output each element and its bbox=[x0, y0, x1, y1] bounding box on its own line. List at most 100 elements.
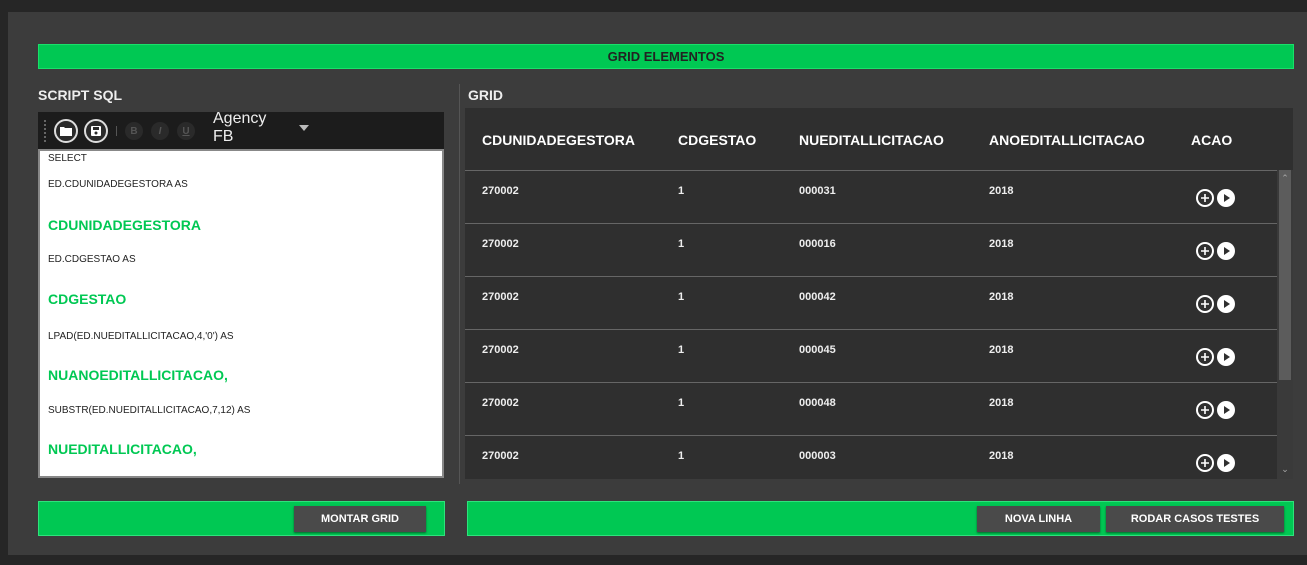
cell-cdgestao: 1 bbox=[678, 238, 685, 250]
run-row-button[interactable] bbox=[1217, 454, 1235, 472]
cell-anoeditallicitacao: 2018 bbox=[989, 397, 1014, 409]
table-row[interactable]: 270002 1 000045 2018 bbox=[465, 329, 1277, 383]
run-row-button[interactable] bbox=[1217, 242, 1235, 260]
cell-cdgestao: 1 bbox=[678, 291, 685, 303]
sql-panel-label: SCRIPT SQL bbox=[38, 87, 123, 103]
data-grid: CDUNIDADEGESTORA CDGESTAO NUEDITALLICITA… bbox=[465, 108, 1293, 479]
toolbar-grip[interactable] bbox=[44, 120, 48, 142]
cell-nueditallicitacao: 000031 bbox=[799, 185, 836, 197]
play-icon bbox=[1224, 194, 1230, 202]
cell-cdunidadegestora: 270002 bbox=[482, 397, 519, 409]
cell-nueditallicitacao: 000003 bbox=[799, 450, 836, 462]
play-icon bbox=[1224, 353, 1230, 361]
run-row-button[interactable] bbox=[1217, 189, 1235, 207]
cell-cdunidadegestora: 270002 bbox=[482, 450, 519, 462]
cell-nueditallicitacao: 000042 bbox=[799, 291, 836, 303]
sql-line: SUBSTR(ED.NUEDITALLICITACAO,7,12) AS bbox=[48, 405, 251, 416]
row-actions bbox=[1196, 189, 1235, 207]
plus-icon bbox=[1201, 459, 1209, 467]
add-row-button[interactable] bbox=[1196, 348, 1214, 366]
column-header[interactable]: CDGESTAO bbox=[678, 132, 756, 148]
cell-cdgestao: 1 bbox=[678, 450, 685, 462]
page-title: GRID ELEMENTOS bbox=[607, 49, 725, 64]
column-header[interactable]: ANOEDITALLICITACAO bbox=[989, 132, 1145, 148]
cell-cdunidadegestora: 270002 bbox=[482, 185, 519, 197]
sql-line: SELECT bbox=[48, 153, 87, 164]
row-actions bbox=[1196, 401, 1235, 419]
panel-divider bbox=[459, 84, 460, 484]
sql-line: CDUNIDADEGESTORA bbox=[48, 217, 201, 233]
app-window: GRID ELEMENTOS SCRIPT SQL B I U Agency F… bbox=[8, 12, 1307, 555]
plus-icon bbox=[1201, 406, 1209, 414]
open-folder-button[interactable] bbox=[54, 119, 78, 143]
sql-line: NUANOEDITALLICITACAO, bbox=[48, 367, 228, 383]
play-icon bbox=[1224, 247, 1230, 255]
chevron-down-icon bbox=[299, 125, 309, 131]
cell-cdunidadegestora: 270002 bbox=[482, 344, 519, 356]
table-row[interactable]: 270002 1 000003 2018 bbox=[465, 435, 1277, 479]
run-row-button[interactable] bbox=[1217, 295, 1235, 313]
sql-line: ED.CDUNIDADEGESTORA AS bbox=[48, 179, 188, 190]
cell-cdgestao: 1 bbox=[678, 344, 685, 356]
sql-action-bar: MONTAR GRID bbox=[38, 501, 445, 536]
table-row[interactable]: 270002 1 000016 2018 bbox=[465, 223, 1277, 277]
sql-line: CDGESTAO bbox=[48, 291, 127, 307]
grid-action-bar: NOVA LINHA RODAR CASOS TESTES bbox=[467, 501, 1294, 536]
scroll-up-icon[interactable]: ⌃ bbox=[1279, 172, 1291, 184]
font-select-value: Agency FB bbox=[213, 110, 267, 145]
run-row-button[interactable] bbox=[1217, 401, 1235, 419]
sql-line: LPAD(ED.NUEDITALLICITACAO,4,'0') AS bbox=[48, 331, 234, 342]
add-row-button[interactable] bbox=[1196, 401, 1214, 419]
cell-anoeditallicitacao: 2018 bbox=[989, 450, 1014, 462]
add-row-button[interactable] bbox=[1196, 242, 1214, 260]
cell-nueditallicitacao: 000045 bbox=[799, 344, 836, 356]
save-icon bbox=[91, 126, 101, 136]
row-actions bbox=[1196, 295, 1235, 313]
sql-editor[interactable]: SELECT ED.CDUNIDADEGESTORA AS CDUNIDADEG… bbox=[38, 149, 444, 478]
italic-button[interactable]: I bbox=[151, 122, 169, 140]
save-button[interactable] bbox=[84, 119, 108, 143]
add-row-button[interactable] bbox=[1196, 189, 1214, 207]
font-select[interactable]: Agency FB bbox=[209, 110, 313, 152]
add-row-button[interactable] bbox=[1196, 295, 1214, 313]
rodar-casos-testes-button[interactable]: RODAR CASOS TESTES bbox=[1106, 506, 1284, 532]
plus-icon bbox=[1201, 300, 1209, 308]
table-row[interactable]: 270002 1 000031 2018 bbox=[465, 170, 1277, 224]
add-row-button[interactable] bbox=[1196, 454, 1214, 472]
cell-cdunidadegestora: 270002 bbox=[482, 238, 519, 250]
row-actions bbox=[1196, 242, 1235, 260]
page-title-bar: GRID ELEMENTOS bbox=[38, 44, 1294, 69]
grid-scrollbar-thumb[interactable] bbox=[1279, 170, 1291, 380]
table-row[interactable]: 270002 1 000042 2018 bbox=[465, 276, 1277, 330]
column-header[interactable]: NUEDITALLICITACAO bbox=[799, 132, 944, 148]
play-icon bbox=[1224, 459, 1230, 467]
scroll-down-icon[interactable]: ⌄ bbox=[1279, 463, 1291, 475]
cell-anoeditallicitacao: 2018 bbox=[989, 291, 1014, 303]
nova-linha-button[interactable]: NOVA LINHA bbox=[977, 506, 1100, 532]
cell-nueditallicitacao: 000016 bbox=[799, 238, 836, 250]
column-header[interactable]: CDUNIDADEGESTORA bbox=[482, 132, 635, 148]
sql-line: ED.CDGESTAO AS bbox=[48, 254, 136, 265]
table-row[interactable]: 270002 1 000048 2018 bbox=[465, 382, 1277, 436]
plus-icon bbox=[1201, 194, 1209, 202]
run-row-button[interactable] bbox=[1217, 348, 1235, 366]
cell-anoeditallicitacao: 2018 bbox=[989, 238, 1014, 250]
cell-cdgestao: 1 bbox=[678, 185, 685, 197]
folder-icon bbox=[60, 127, 72, 136]
sql-line: NUEDITALLICITACAO, bbox=[48, 441, 197, 457]
row-actions bbox=[1196, 454, 1235, 472]
cell-anoeditallicitacao: 2018 bbox=[989, 344, 1014, 356]
toolbar-separator bbox=[116, 126, 117, 136]
bold-button[interactable]: B bbox=[125, 122, 143, 140]
plus-icon bbox=[1201, 353, 1209, 361]
cell-cdunidadegestora: 270002 bbox=[482, 291, 519, 303]
grid-panel-label: GRID bbox=[468, 87, 503, 103]
cell-anoeditallicitacao: 2018 bbox=[989, 185, 1014, 197]
montar-grid-button[interactable]: MONTAR GRID bbox=[294, 506, 426, 532]
cell-nueditallicitacao: 000048 bbox=[799, 397, 836, 409]
underline-button[interactable]: U bbox=[177, 122, 195, 140]
column-header[interactable]: ACAO bbox=[1191, 132, 1232, 148]
grid-header: CDUNIDADEGESTORA CDGESTAO NUEDITALLICITA… bbox=[465, 108, 1293, 170]
row-actions bbox=[1196, 348, 1235, 366]
play-icon bbox=[1224, 300, 1230, 308]
